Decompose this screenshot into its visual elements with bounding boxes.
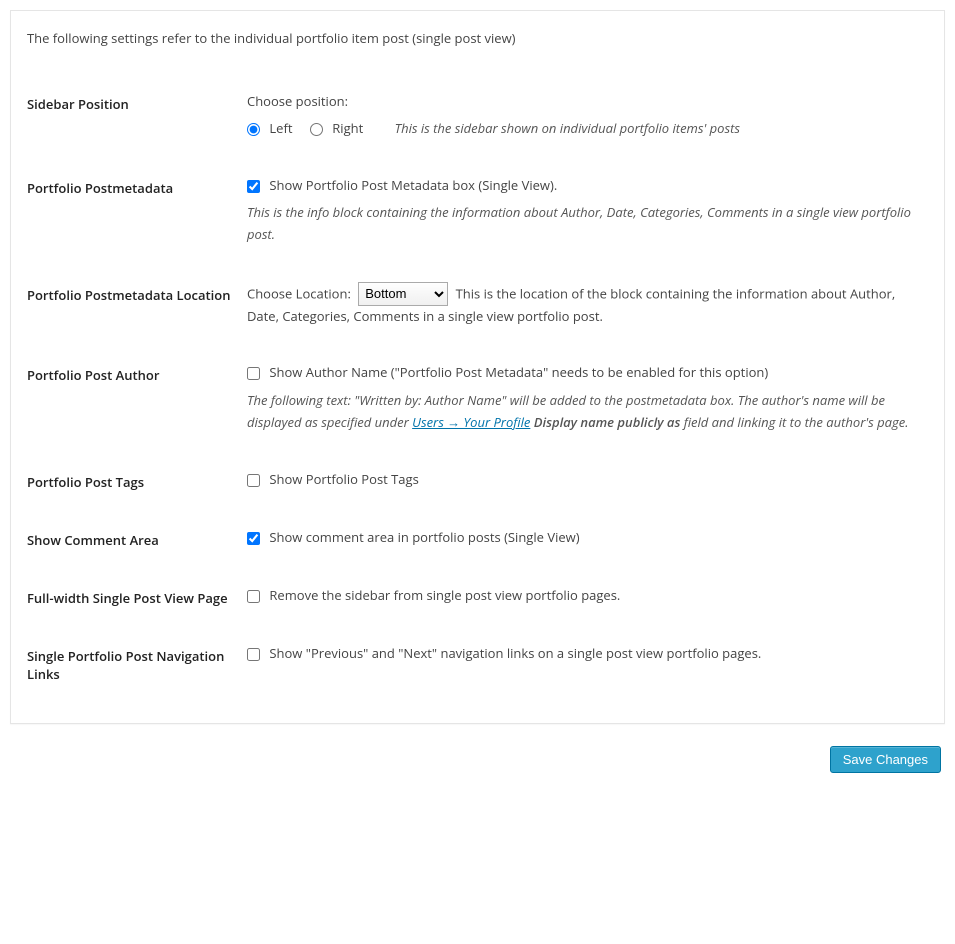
postmeta-checkbox-label[interactable]: Show Portfolio Post Metadata box (Single… [247,176,557,194]
author-desc-b: field and linking it to the author's pag… [680,413,908,431]
radio-left-label[interactable]: Left [247,119,296,137]
row-postmetadata: Portfolio Postmetadata Show Portfolio Po… [27,159,928,266]
label-comments: Show Comment Area [27,511,247,569]
radio-left-text: Left [269,119,292,137]
choose-position-label: Choose position: [247,91,928,112]
author-checkbox-label[interactable]: Show Author Name ("Portfolio Post Metada… [247,363,768,381]
postmeta-cb-text: Show Portfolio Post Metadata box (Single… [269,176,557,194]
display-name-bold: Display name publicly as [534,413,681,431]
comments-cb-text: Show comment area in portfolio posts (Si… [269,528,579,546]
radio-right-label[interactable]: Right [310,119,367,137]
tags-checkbox[interactable] [247,474,260,487]
author-checkbox[interactable] [247,367,260,380]
comments-checkbox-label[interactable]: Show comment area in portfolio posts (Si… [247,528,580,546]
tags-cb-text: Show Portfolio Post Tags [269,470,418,488]
navlinks-checkbox-label[interactable]: Show "Previous" and "Next" navigation li… [247,644,761,662]
author-cb-text: Show Author Name ("Portfolio Post Metada… [269,363,768,381]
postmeta-desc: This is the info block containing the in… [247,201,928,245]
fullwidth-cb-text: Remove the sidebar from single post view… [269,586,620,604]
row-author: Portfolio Post Author Show Author Name (… [27,346,928,453]
label-postmetadata: Portfolio Postmetadata [27,159,247,266]
row-navlinks: Single Portfolio Post Navigation Links S… [27,627,928,703]
settings-panel: The following settings refer to the indi… [10,10,945,724]
label-navlinks: Single Portfolio Post Navigation Links [27,627,247,703]
location-select[interactable]: Bottom [358,282,448,306]
label-fullwidth: Full-width Single Post View Page [27,569,247,627]
row-fullwidth: Full-width Single Post View Page Remove … [27,569,928,627]
tags-checkbox-label[interactable]: Show Portfolio Post Tags [247,470,419,488]
row-sidebar-position: Sidebar Position Choose position: Left R… [27,75,928,159]
save-button[interactable]: Save Changes [830,746,941,773]
label-tags: Portfolio Post Tags [27,453,247,511]
fullwidth-checkbox[interactable] [247,590,260,603]
label-sidebar-position: Sidebar Position [27,75,247,159]
radio-left[interactable] [247,123,260,136]
radio-right-text: Right [332,119,363,137]
radio-right[interactable] [310,123,323,136]
settings-table: Sidebar Position Choose position: Left R… [27,75,928,703]
row-tags: Portfolio Post Tags Show Portfolio Post … [27,453,928,511]
row-comments: Show Comment Area Show comment area in p… [27,511,928,569]
submit-row: Save Changes [10,746,945,773]
intro-text: The following settings refer to the indi… [27,23,928,47]
postmeta-checkbox[interactable] [247,180,260,193]
label-author: Portfolio Post Author [27,346,247,453]
row-postmeta-location: Portfolio Postmetadata Location Choose L… [27,266,928,347]
navlinks-cb-text: Show "Previous" and "Next" navigation li… [269,644,761,662]
label-postmeta-location: Portfolio Postmetadata Location [27,266,247,347]
users-profile-link[interactable]: Users → Your Profile [412,413,530,431]
author-desc: The following text: "Written by: Author … [247,389,928,433]
comments-checkbox[interactable] [247,532,260,545]
navlinks-checkbox[interactable] [247,648,260,661]
sidebar-hint: This is the sidebar shown on individual … [395,119,740,137]
fullwidth-checkbox-label[interactable]: Remove the sidebar from single post view… [247,586,620,604]
choose-location-label: Choose Location: [247,284,351,302]
